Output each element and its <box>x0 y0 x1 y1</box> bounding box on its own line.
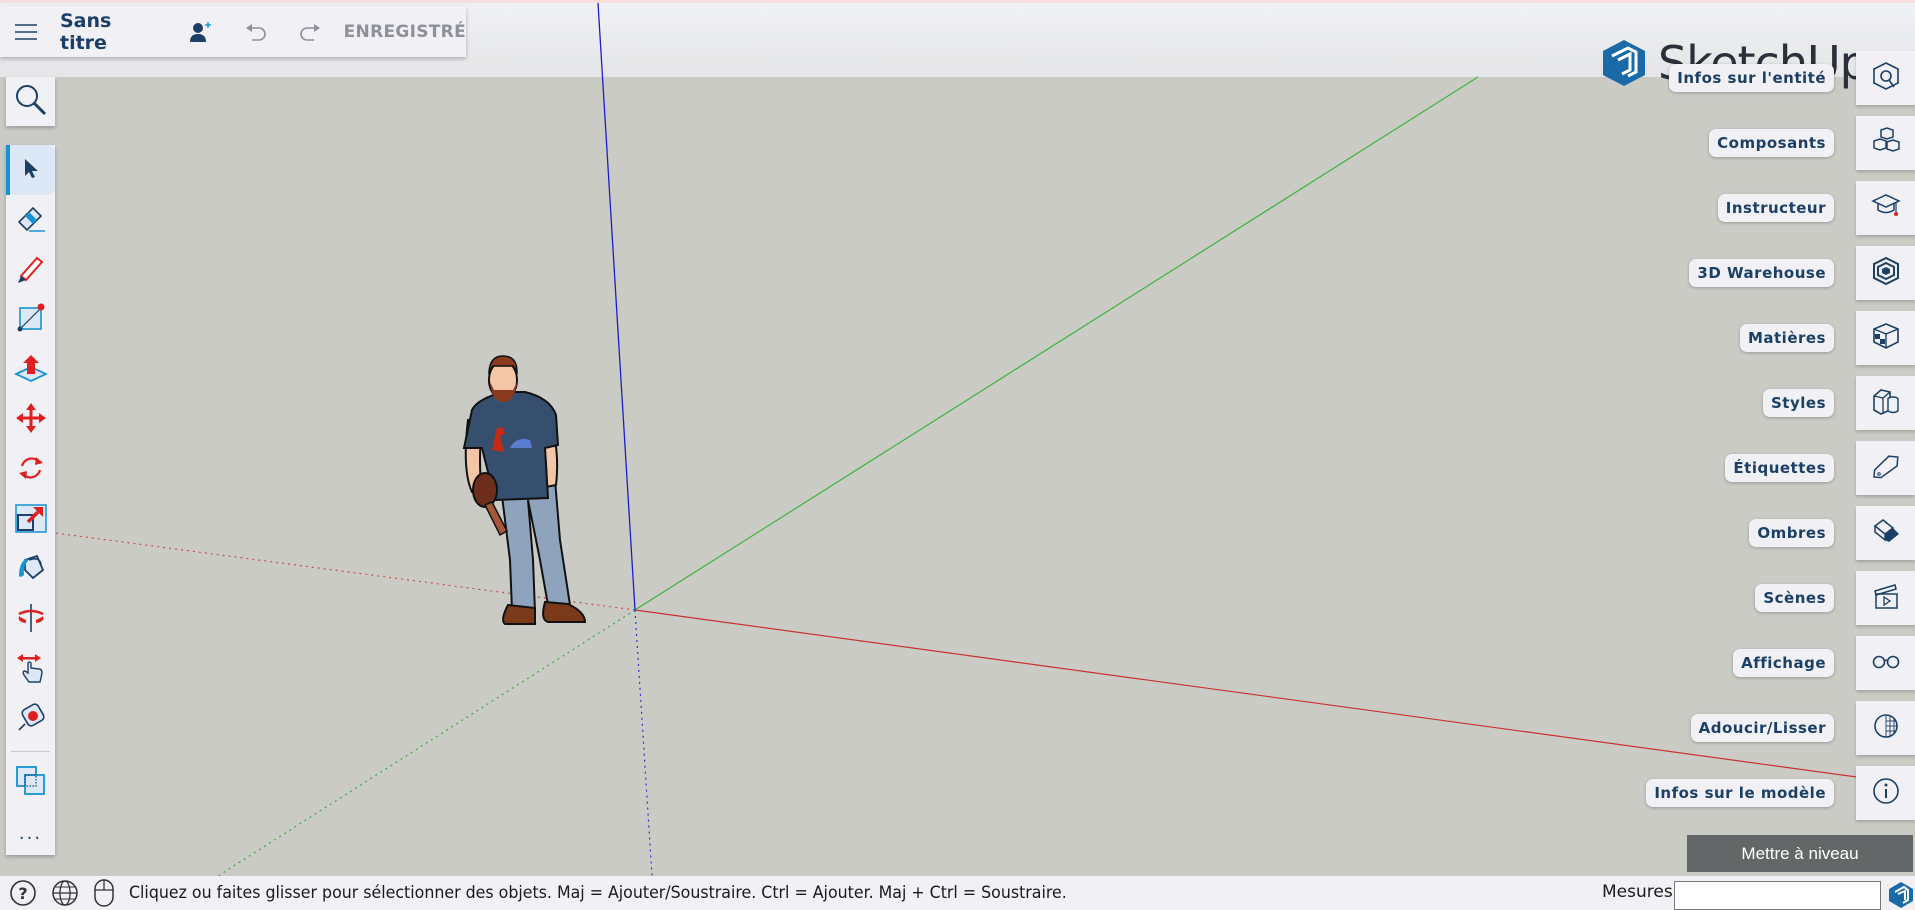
panel-components-button[interactable] <box>1856 116 1915 170</box>
scale-figure[interactable] <box>462 355 587 625</box>
tool-scale[interactable] <box>6 495 55 545</box>
search-tool-panel <box>6 77 55 126</box>
scale-icon <box>14 502 48 538</box>
pan-icon <box>14 651 48 689</box>
green-axis <box>634 76 1479 611</box>
tool-eraser[interactable] <box>6 195 55 245</box>
sketchup-small-logo-icon <box>1887 881 1915 909</box>
shadows-icon <box>1871 516 1901 550</box>
top-bar: Sans titre ENREGISTRÉ <box>0 6 466 57</box>
instructor-icon <box>1870 191 1901 225</box>
tools-toolbar: ... <box>6 145 55 855</box>
scenes-icon <box>1871 581 1901 615</box>
tool-pan[interactable] <box>6 645 55 695</box>
blue-axis-negative <box>634 609 653 877</box>
sketchup-logo-icon <box>1603 40 1645 86</box>
push-pull-icon <box>13 352 48 388</box>
orbit-icon <box>14 602 48 638</box>
more-tools-button[interactable]: ... <box>6 808 55 858</box>
panel-instructor-label[interactable]: Instructeur <box>1717 194 1834 222</box>
pencil-icon <box>15 252 47 288</box>
panel-warehouse-label[interactable]: 3D Warehouse <box>1689 259 1834 287</box>
more-icon: ... <box>18 822 43 844</box>
help-icon[interactable]: ? <box>9 879 37 907</box>
styles-icon <box>1871 386 1901 420</box>
panel-display-label[interactable]: Affichage <box>1733 649 1834 677</box>
panel-soften-button[interactable] <box>1856 701 1915 755</box>
tool-tape-measure[interactable] <box>6 695 55 745</box>
undo-icon[interactable] <box>244 22 268 42</box>
warehouse-icon <box>1871 256 1901 290</box>
tool-section[interactable] <box>6 758 55 808</box>
svg-text:?: ? <box>18 884 27 903</box>
eraser-icon <box>15 202 47 238</box>
globe-icon[interactable] <box>51 879 79 907</box>
upgrade-button[interactable]: Mettre à niveau <box>1687 835 1913 872</box>
red-axis <box>634 609 1915 786</box>
tool-push-pull[interactable] <box>6 345 55 395</box>
panel-shadows-button[interactable] <box>1856 506 1915 560</box>
toolbar-separator <box>11 751 50 752</box>
tape-measure-icon <box>15 702 47 738</box>
panel-styles-button[interactable] <box>1856 376 1915 430</box>
add-user-icon[interactable] <box>188 21 212 43</box>
redo-icon[interactable] <box>298 22 322 42</box>
document-title[interactable]: Sans titre <box>60 10 162 54</box>
panel-entity-info-button[interactable] <box>1856 51 1915 105</box>
panel-tags-button[interactable] <box>1856 441 1915 495</box>
tool-move[interactable] <box>6 395 55 445</box>
panel-entity-info-label[interactable]: Infos sur l'entité <box>1669 64 1834 92</box>
panel-instructor-button[interactable] <box>1856 181 1915 235</box>
mouse-icon[interactable] <box>93 878 115 908</box>
panel-display-button[interactable] <box>1856 636 1915 690</box>
panel-model-info-button[interactable] <box>1856 766 1915 820</box>
soften-icon <box>1871 711 1901 745</box>
tool-orbit[interactable] <box>6 595 55 645</box>
blue-axis <box>597 2 636 611</box>
panel-materials-button[interactable] <box>1856 311 1915 365</box>
move-icon <box>14 401 48 439</box>
tool-paint-bucket[interactable] <box>6 545 55 595</box>
panel-tags-label[interactable]: Étiquettes <box>1725 454 1834 482</box>
paint-bucket-icon <box>15 552 47 588</box>
search-tool-button[interactable] <box>6 77 55 126</box>
panel-scenes-button[interactable] <box>1856 571 1915 625</box>
rectangle-icon <box>15 302 47 338</box>
measures-label: Mesures <box>1602 882 1673 902</box>
green-axis-negative <box>217 609 636 877</box>
viewport-3d[interactable] <box>0 0 1915 910</box>
status-hint: Cliquez ou faites glisser pour sélection… <box>129 883 1067 903</box>
section-icon <box>14 764 48 802</box>
model-info-icon <box>1871 776 1901 810</box>
tool-select[interactable] <box>6 145 55 195</box>
tool-rotate[interactable] <box>6 445 55 495</box>
select-arrow-icon <box>21 157 41 183</box>
measures-input[interactable] <box>1674 881 1881 910</box>
components-icon <box>1871 126 1901 160</box>
panel-scenes-label[interactable]: Scènes <box>1755 584 1834 612</box>
panel-styles-label[interactable]: Styles <box>1763 389 1834 417</box>
entity-info-icon <box>1871 61 1901 95</box>
materials-icon <box>1871 321 1901 355</box>
panel-components-label[interactable]: Composants <box>1709 129 1834 157</box>
panel-model-info-label[interactable]: Infos sur le modèle <box>1646 779 1834 807</box>
tool-pencil[interactable] <box>6 245 55 295</box>
save-status: ENREGISTRÉ <box>343 21 466 42</box>
tags-icon <box>1871 451 1901 485</box>
rotate-icon <box>15 452 47 488</box>
menu-icon[interactable] <box>14 23 38 41</box>
panel-shadows-label[interactable]: Ombres <box>1749 519 1834 547</box>
search-icon <box>14 83 48 121</box>
tool-rectangle[interactable] <box>6 295 55 345</box>
panel-warehouse-button[interactable] <box>1856 246 1915 300</box>
panel-materials-label[interactable]: Matières <box>1739 324 1834 352</box>
panel-soften-label[interactable]: Adoucir/Lisser <box>1690 714 1834 742</box>
display-icon <box>1871 646 1901 680</box>
